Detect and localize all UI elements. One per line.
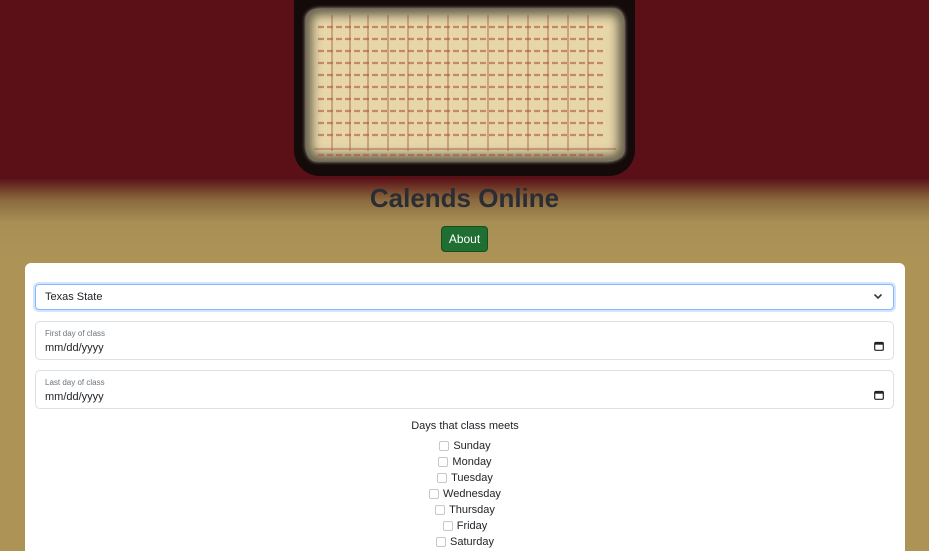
day-checkbox[interactable] [429,489,440,499]
days-title: Days that class meets [411,420,519,432]
calendar-icon[interactable] [874,341,884,351]
school-select-value: Texas State [45,291,103,303]
calendar-icon[interactable] [874,390,884,400]
day-checkbox[interactable] [439,441,450,451]
day-sunday[interactable]: Sunday [25,439,905,453]
day-label: Friday [456,520,488,532]
page-title: Calends Online [369,183,560,213]
day-friday[interactable]: Friday [25,519,905,533]
first-day-label: First day of class [45,329,106,338]
last-day-label: Last day of class [45,378,105,387]
parchment-grid [314,15,616,157]
day-label: Wednesday [443,488,501,500]
first-day-field[interactable]: First day of class mm/dd/yyyy [35,321,894,360]
day-label: Saturday [449,536,495,548]
day-label: Tuesday [451,472,493,484]
last-day-field[interactable]: Last day of class mm/dd/yyyy [35,370,894,409]
day-checkbox[interactable] [437,473,448,483]
day-monday[interactable]: Monday [25,455,905,469]
about-button[interactable]: About [441,226,488,252]
day-tuesday[interactable]: Tuesday [25,471,905,485]
first-day-input[interactable]: mm/dd/yyyy [45,342,104,354]
day-thursday[interactable]: Thursday [25,503,905,517]
day-saturday[interactable]: Saturday [25,535,905,549]
chevron-down-icon [873,293,883,300]
day-wednesday[interactable]: Wednesday [25,487,905,501]
day-checkbox[interactable] [438,457,449,467]
day-label: Monday [452,456,492,468]
day-checkbox[interactable] [442,521,453,531]
school-select[interactable]: Texas State [35,284,894,310]
day-label: Thursday [449,504,495,516]
schedule-form-card: Texas State First day of class mm/dd/yyy… [25,263,905,551]
day-checkbox[interactable] [435,537,446,547]
last-day-input[interactable]: mm/dd/yyyy [45,391,104,403]
day-label: Sunday [453,440,491,452]
parchment-fragment [306,9,624,161]
day-checkbox[interactable] [435,505,446,515]
ancient-calendar-image [294,0,635,176]
